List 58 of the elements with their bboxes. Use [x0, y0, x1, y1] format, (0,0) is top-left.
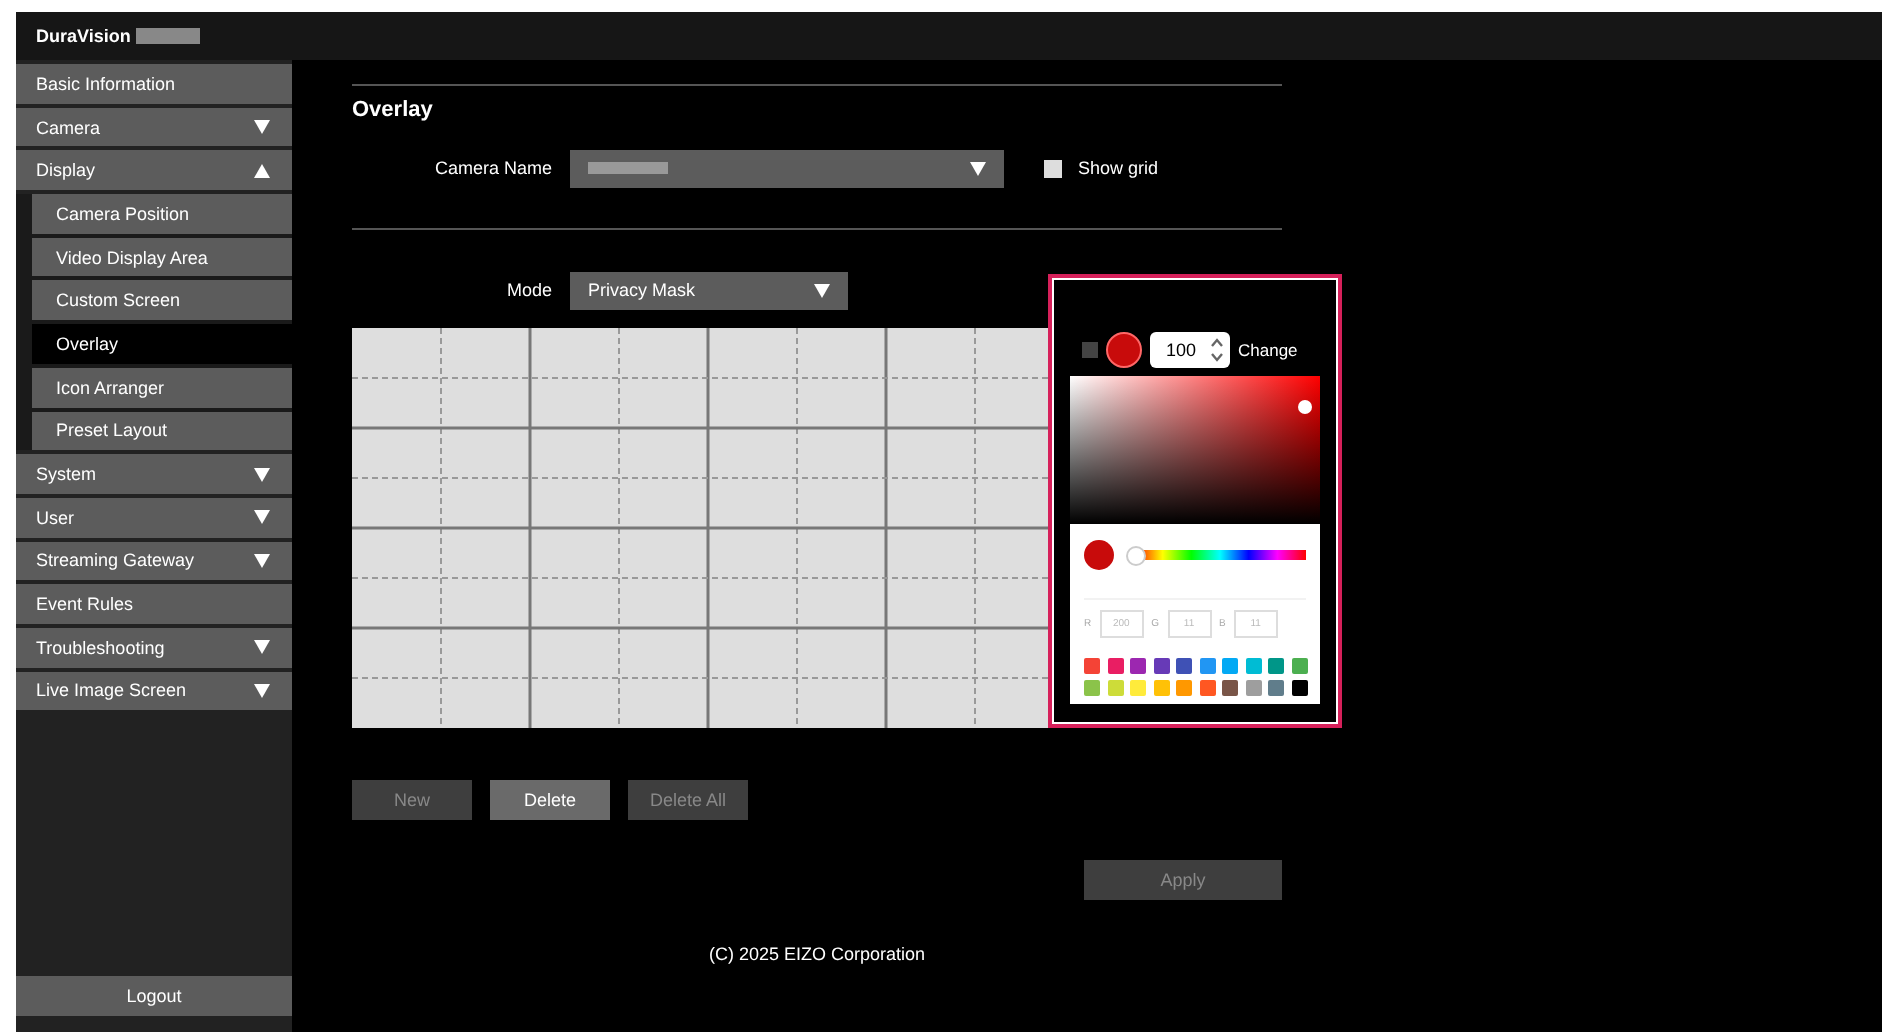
color-swatch[interactable]	[1222, 658, 1238, 674]
transparent-swatch[interactable]	[1082, 342, 1098, 358]
checkbox-label: Show grid	[1078, 158, 1159, 178]
opacity-spinbox[interactable]: 100	[1150, 332, 1230, 368]
sidebar-item[interactable]: Event Rules	[16, 584, 292, 624]
sidebar-item[interactable]: Display	[16, 150, 292, 191]
sidebar-subitem[interactable]: Overlay	[32, 324, 292, 364]
field-label: Camera Name	[432, 158, 552, 178]
sidebar-subitem[interactable]: Preset Layout	[32, 411, 292, 451]
dropdown-arrow-icon	[970, 161, 986, 175]
picker-handle[interactable]	[1298, 400, 1312, 414]
color-swatch[interactable]	[1245, 658, 1261, 674]
camera-name-dropdown[interactable]	[570, 149, 1004, 187]
color-swatch[interactable]	[1268, 658, 1284, 674]
sidebar-item[interactable]: Basic Information	[16, 64, 292, 104]
sidebar-subitem[interactable]: Camera Position	[32, 194, 292, 234]
color-swatch[interactable]	[1245, 680, 1261, 696]
slider-thumb[interactable]	[1126, 546, 1146, 566]
color-swatch[interactable]	[1153, 658, 1169, 674]
product-name: DuraVision	[36, 26, 131, 46]
sidebar-subitem[interactable]: Video Display Area	[32, 237, 292, 277]
sidebar-item[interactable]: System	[16, 454, 292, 494]
sidebar-item[interactable]: Troubleshooting	[16, 627, 292, 668]
change-link[interactable]: Change	[1238, 340, 1298, 360]
color-swatch[interactable]	[1130, 658, 1146, 674]
sidebar-item[interactable]: Camera	[16, 107, 292, 147]
page-title: Overlay	[352, 98, 435, 122]
mode-dropdown[interactable]: Privacy Mask	[570, 271, 848, 309]
current-color-swatch[interactable]	[1106, 332, 1142, 368]
logout-button[interactable]: Logout	[16, 976, 292, 1016]
color-swatch[interactable]	[1222, 680, 1238, 696]
color-swatch[interactable]	[1107, 658, 1123, 674]
color-swatch[interactable]	[1084, 680, 1100, 696]
saturation-value-area[interactable]	[1070, 376, 1320, 524]
color-swatch[interactable]	[1107, 680, 1123, 696]
checkbox[interactable]	[1044, 159, 1062, 177]
sidebar-item[interactable]: Streaming Gateway	[16, 541, 292, 581]
color-swatch[interactable]	[1291, 658, 1307, 674]
redacted-text	[136, 28, 201, 44]
color-swatch[interactable]	[1291, 680, 1307, 696]
color-swatch[interactable]	[1176, 658, 1192, 674]
action-button[interactable]: Delete	[490, 780, 610, 820]
color-swatch[interactable]	[1199, 658, 1215, 674]
spinner-arrows-icon[interactable]	[1210, 336, 1224, 364]
sidebar-item[interactable]: User	[16, 497, 292, 538]
copyright-text: (C) 2025 EIZO Corporation	[706, 944, 928, 964]
sidebar-item[interactable]: Live Image Screen	[16, 671, 292, 711]
color-swatch[interactable]	[1268, 680, 1284, 696]
color-swatch[interactable]	[1153, 680, 1169, 696]
sidebar-subitem[interactable]: Custom Screen	[32, 280, 292, 321]
color-swatch[interactable]	[1084, 658, 1100, 674]
dropdown-arrow-icon	[814, 283, 830, 297]
field-label: Mode	[504, 280, 552, 300]
color-swatch[interactable]	[1176, 680, 1192, 696]
color-swatch[interactable]	[1199, 680, 1215, 696]
color-swatch[interactable]	[1130, 680, 1146, 696]
color-preview	[1084, 540, 1114, 570]
sidebar-subitem[interactable]: Icon Arranger	[32, 367, 292, 407]
